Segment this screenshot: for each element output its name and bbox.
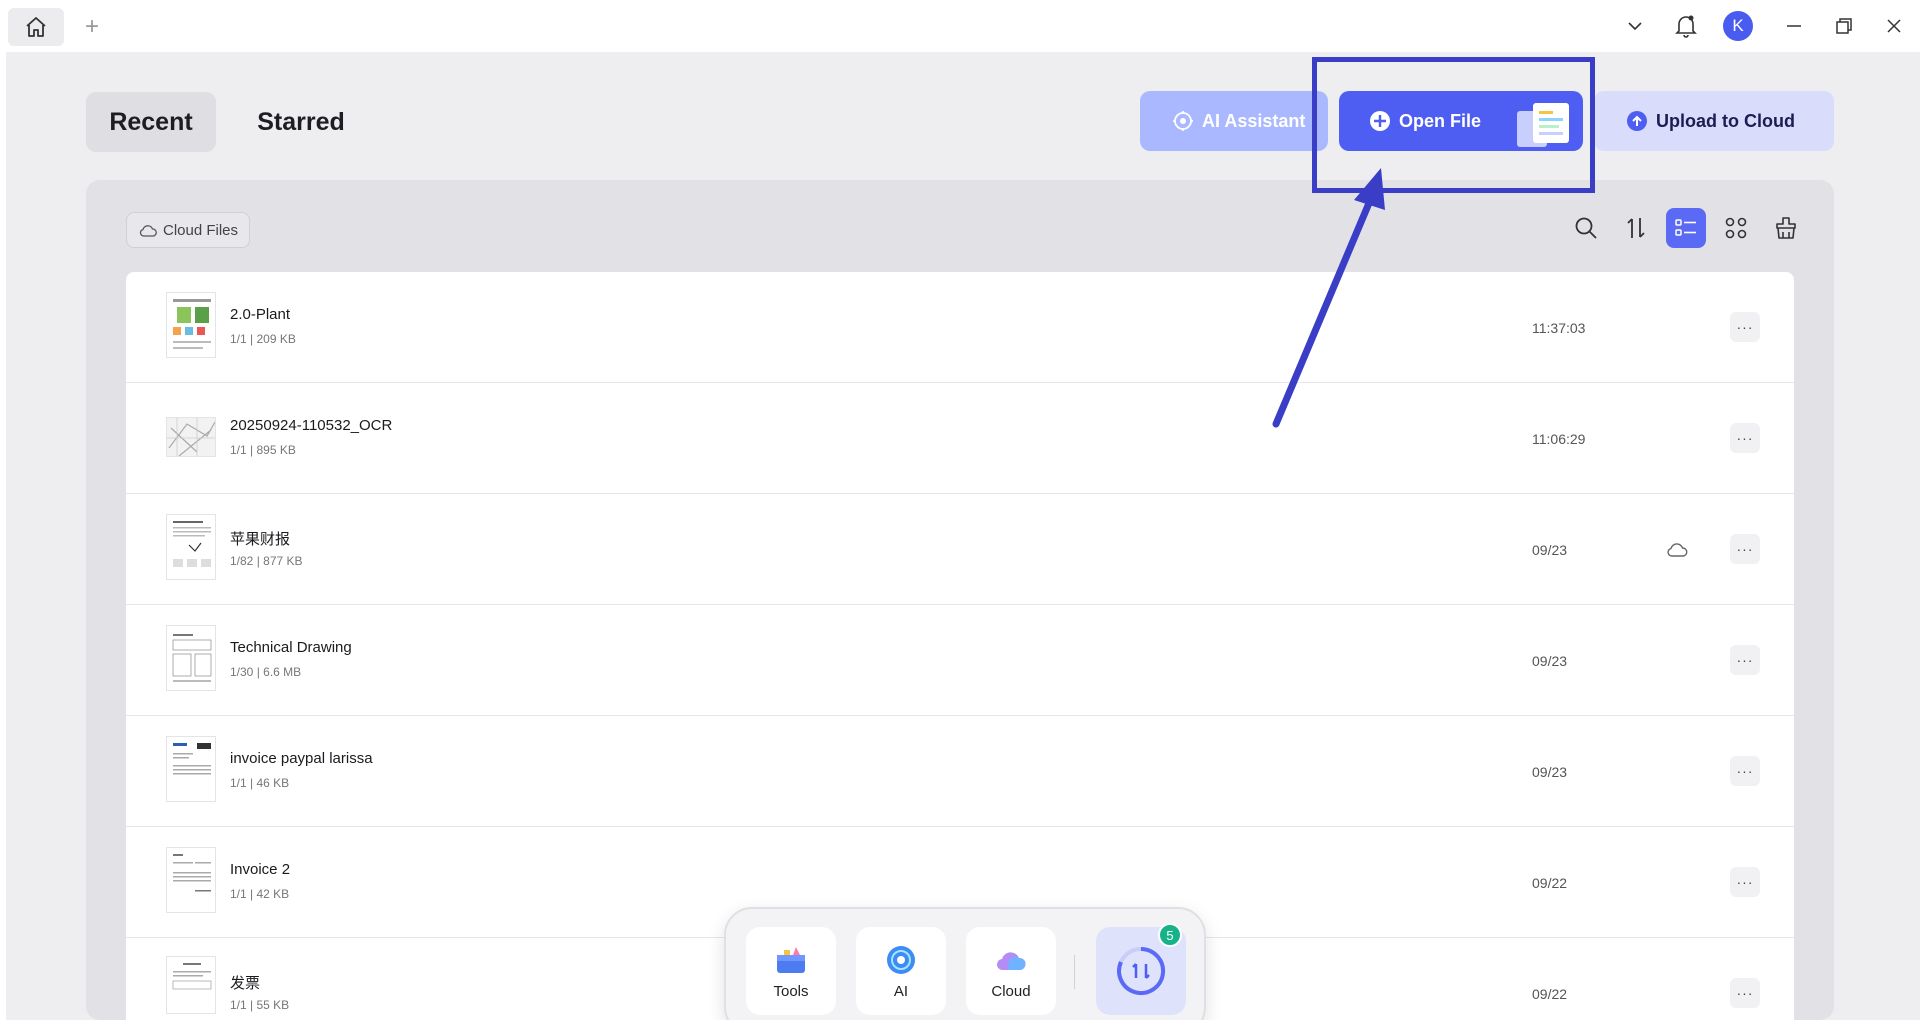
floating-dock: Tools AI Cloud 5 [724,907,1206,1020]
maximize-button[interactable] [1828,8,1860,44]
dropdown-button[interactable] [1620,8,1650,44]
file-date: 09/22 [1532,875,1568,891]
file-meta: 1/30 | 6.6 MB [230,665,302,679]
cloud-files-label: Cloud Files [163,221,239,239]
upload-to-cloud-label: Upload to Cloud [1656,110,1795,131]
more-options-button[interactable]: ··· [1730,534,1760,564]
file-name: Technical Drawing [230,639,352,656]
ai-orb-icon [887,945,915,974]
file-thumbnail [166,514,216,580]
clear-icon [1776,217,1796,239]
file-name: 20250924-110532_OCR [230,417,393,434]
home-icon [26,17,46,37]
ai-assistant-button[interactable]: AI Assistant [1140,91,1328,151]
file-row[interactable]: 苹果财报 1/82 | 877 KB 09/23 ··· [126,494,1794,605]
tab-starred[interactable]: Starred [236,92,366,152]
file-date: 11:06:29 [1532,431,1586,447]
file-date: 09/23 [1532,764,1568,780]
clear-button[interactable] [1766,208,1806,248]
dock-tools-label: Tools [773,982,809,1000]
more-options-button[interactable]: ··· [1730,756,1760,786]
file-date: 09/23 [1532,653,1568,669]
cloud-icon [996,951,1026,970]
file-thumbnail [166,956,216,1014]
search-button[interactable] [1566,208,1606,248]
plus-icon: + [84,13,99,40]
file-date: 09/22 [1532,986,1568,1002]
dock-tools-button[interactable]: Tools [746,927,836,1015]
file-name: 发票 [230,975,261,992]
list-view-button[interactable] [1666,208,1706,248]
minimize-button[interactable] [1778,8,1810,44]
cloud-synced-icon [1666,540,1688,560]
close-button[interactable] [1878,8,1910,44]
notification-button[interactable] [1670,8,1702,44]
file-name: Invoice 2 [230,861,291,878]
file-meta: 1/82 | 877 KB [230,554,303,568]
grid-view-button[interactable] [1716,208,1756,248]
main-area: Recent Starred AI Assistant Open File Up… [6,52,1920,1020]
file-row[interactable]: 2.0-Plant 1/1 | 209 KB 11:37:03 ··· [126,272,1794,383]
restore-icon [1836,18,1852,34]
close-icon [1887,19,1901,33]
file-meta: 1/1 | 42 KB [230,887,290,901]
upload-to-cloud-button[interactable]: Upload to Cloud [1594,91,1834,151]
more-options-button[interactable]: ··· [1730,867,1760,897]
list-view-icon [1675,219,1696,236]
file-meta: 1/1 | 46 KB [230,776,290,790]
convert-progress-icon [1117,946,1166,995]
new-tab-button[interactable]: + [80,12,104,42]
search-icon [1575,217,1597,239]
file-thumbnail [166,625,216,691]
file-thumbnail [166,736,216,802]
file-meta: 1/1 | 209 KB [230,332,296,346]
sort-button[interactable] [1616,208,1656,248]
file-panel: Cloud Files 2.0-Plant 1/1 | 209 KB 11:37… [86,180,1834,1020]
file-name: 2.0-Plant [230,306,291,323]
file-meta: 1/1 | 895 KB [230,443,296,457]
file-row[interactable]: Technical Drawing 1/30 | 6.6 MB 09/23 ··… [126,605,1794,716]
sort-icon [1627,218,1645,238]
tab-recent[interactable]: Recent [86,92,216,152]
file-row[interactable]: invoice paypal larissa 1/1 | 46 KB 09/23… [126,716,1794,827]
dock-cloud-button[interactable]: Cloud [966,927,1056,1015]
bell-icon [1675,15,1697,38]
file-name: 苹果财报 [230,531,291,548]
more-options-button[interactable]: ··· [1730,423,1760,453]
chevron-down-icon [1628,22,1642,31]
upload-icon [1626,110,1648,132]
toolbox-icon [777,946,805,973]
file-date: 11:37:03 [1532,320,1586,336]
file-name: invoice paypal larissa [230,750,373,767]
dock-ai-label: AI [893,982,909,1000]
more-options-button[interactable]: ··· [1730,312,1760,342]
file-thumbnail [166,847,216,913]
avatar: K [1723,11,1753,41]
file-row[interactable]: 20250924-110532_OCR 1/1 | 895 KB 11:06:2… [126,383,1794,494]
dock-divider [1074,955,1075,989]
notification-badge: 5 [1158,923,1182,947]
dock-ai-button[interactable]: AI [856,927,946,1015]
dock-cloud-label: Cloud [991,982,1031,1000]
more-options-button[interactable]: ··· [1730,978,1760,1008]
more-options-button[interactable]: ··· [1730,645,1760,675]
file-thumbnail [166,417,216,457]
highlight-box [1312,57,1595,193]
title-bar: + K [0,0,1920,52]
file-thumbnail [166,292,216,358]
dock-convert-button[interactable]: 5 [1096,923,1186,1015]
minimize-icon [1787,25,1801,27]
file-date: 09/23 [1532,542,1568,558]
home-button[interactable] [8,8,64,46]
cloud-files-button[interactable]: Cloud Files [126,212,250,248]
user-avatar[interactable]: K [1720,8,1756,44]
grid-view-icon [1725,217,1747,239]
cloud-icon [139,225,157,237]
file-meta: 1/1 | 55 KB [230,998,290,1012]
ai-icon [1172,110,1194,132]
ai-assistant-label: AI Assistant [1202,110,1306,131]
